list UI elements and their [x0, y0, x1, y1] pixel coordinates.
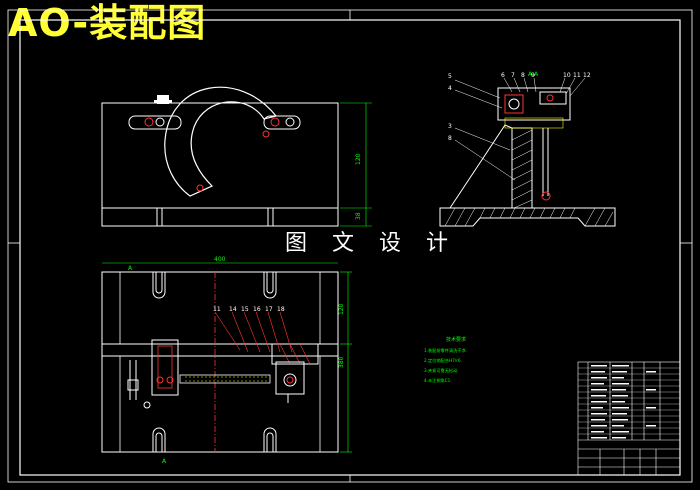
section-balloon-8: 8 [521, 72, 525, 79]
section-balloon-4: 4 [448, 85, 452, 92]
tech-line-2: 2.定位销配合H7/r6. [424, 357, 462, 364]
balloon-11: 11 [213, 306, 221, 313]
tech-line-1: 1.装配前零件清洗干净. [424, 347, 467, 354]
watermark-text: 图 文 设 计 [283, 231, 459, 257]
front-view: 120 38 [101, 86, 372, 227]
balloon-17: 17 [265, 306, 273, 313]
tech-heading: 技术要求 [446, 336, 466, 343]
top-dim-width: 400 [214, 256, 226, 263]
section-mark-bottom: A [162, 458, 167, 465]
technical-requirements: 技术要求 1.装配前零件清洗干净. 2.定位销配合H7/r6. 3.夹紧可靠无松… [424, 336, 467, 384]
tech-line-4: 4.未注倒角C1. [424, 377, 452, 384]
front-dim-height: 120 [355, 153, 362, 165]
section-balloon-3: 3 [448, 123, 452, 130]
section-balloon-7: 7 [511, 72, 515, 79]
balloon-18: 18 [277, 306, 285, 313]
top-dim-right-1: 120 [338, 303, 345, 315]
top-view: 400 A 11 14 15 16 17 18 120 380 A [101, 256, 352, 465]
front-dim-base: 38 [355, 212, 362, 220]
section-balloon-10: 10 [563, 72, 571, 79]
top-dim-right-2: 380 [338, 356, 345, 368]
title-block [577, 361, 681, 476]
section-balloon-11: 11 [573, 72, 581, 79]
tech-line-3: 3.夹紧可靠无松动. [424, 367, 459, 374]
balloon-14: 14 [229, 306, 237, 313]
section-view: A-A 5 4 3 8 6 7 8 9 10 11 12 [439, 71, 616, 227]
balloon-16: 16 [253, 306, 261, 313]
section-balloon-9: 9 [531, 72, 535, 79]
balloon-15: 15 [241, 306, 249, 313]
section-balloon-5: 5 [448, 73, 452, 80]
bom-scribbles [591, 365, 656, 439]
section-balloon-8b: 8 [448, 135, 452, 142]
section-mark-top: A [128, 265, 133, 272]
section-balloon-12: 12 [583, 72, 591, 79]
section-balloon-6: 6 [501, 72, 505, 79]
